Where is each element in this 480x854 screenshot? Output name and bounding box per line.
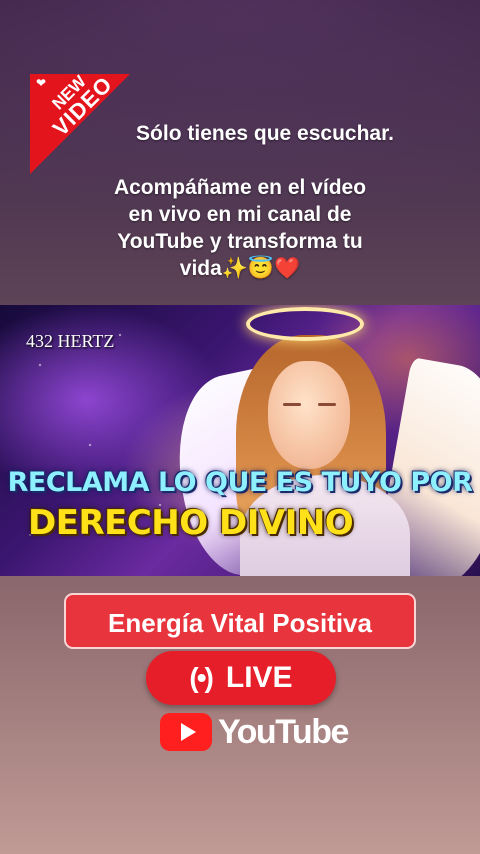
halo-icon bbox=[246, 307, 364, 341]
caption-line: vida✨😇❤️ bbox=[179, 257, 301, 280]
heart-icon: ❤ bbox=[36, 76, 47, 90]
live-label: LIVE bbox=[225, 661, 293, 694]
caption-line: Sólo tienes que escuchar. bbox=[136, 122, 394, 145]
angel-eye bbox=[318, 403, 336, 406]
youtube-wordmark: YouTube bbox=[218, 712, 349, 751]
youtube-play-icon bbox=[160, 713, 212, 751]
channel-name-button[interactable]: Energía Vital Positiva bbox=[64, 593, 416, 649]
frequency-tag: 432 HERTZ bbox=[26, 331, 115, 351]
thumbnail-headline: RECLAMA LO QUE ES TUYO POR bbox=[7, 467, 473, 498]
caption-line: en vivo en mi canal de bbox=[128, 203, 352, 226]
caption-message: Sólo tienes que escuchar. Acompáñame en … bbox=[0, 120, 480, 282]
youtube-logo[interactable]: YouTube bbox=[160, 712, 349, 752]
live-button[interactable]: (•) LIVE bbox=[146, 651, 336, 705]
broadcast-icon: (•) bbox=[189, 662, 213, 693]
thumbnail-subheadline: DERECHO DIVINO bbox=[28, 503, 354, 543]
angel-face bbox=[268, 361, 350, 469]
video-thumbnail[interactable]: 432 HERTZ RECLAMA LO QUE ES TUYO POR DER… bbox=[0, 305, 480, 576]
angel-eye bbox=[283, 403, 301, 406]
caption-line: YouTube y transforma tu bbox=[117, 230, 363, 253]
caption-line: Acompáñame en el vídeo bbox=[113, 176, 367, 199]
